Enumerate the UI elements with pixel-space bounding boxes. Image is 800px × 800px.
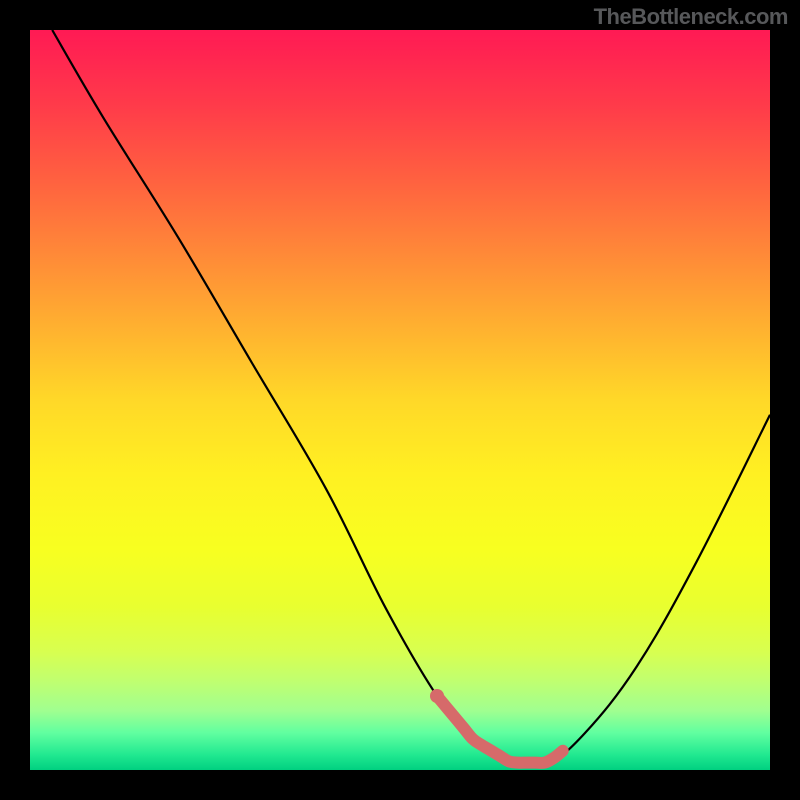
watermark-label: TheBottleneck.com	[594, 4, 788, 30]
highlight-segment-path	[437, 696, 563, 763]
curve-svg	[30, 30, 770, 770]
highlight-dot	[430, 689, 444, 703]
chart-container: TheBottleneck.com	[0, 0, 800, 800]
plot-area	[30, 30, 770, 770]
bottleneck-curve-path	[52, 30, 770, 766]
